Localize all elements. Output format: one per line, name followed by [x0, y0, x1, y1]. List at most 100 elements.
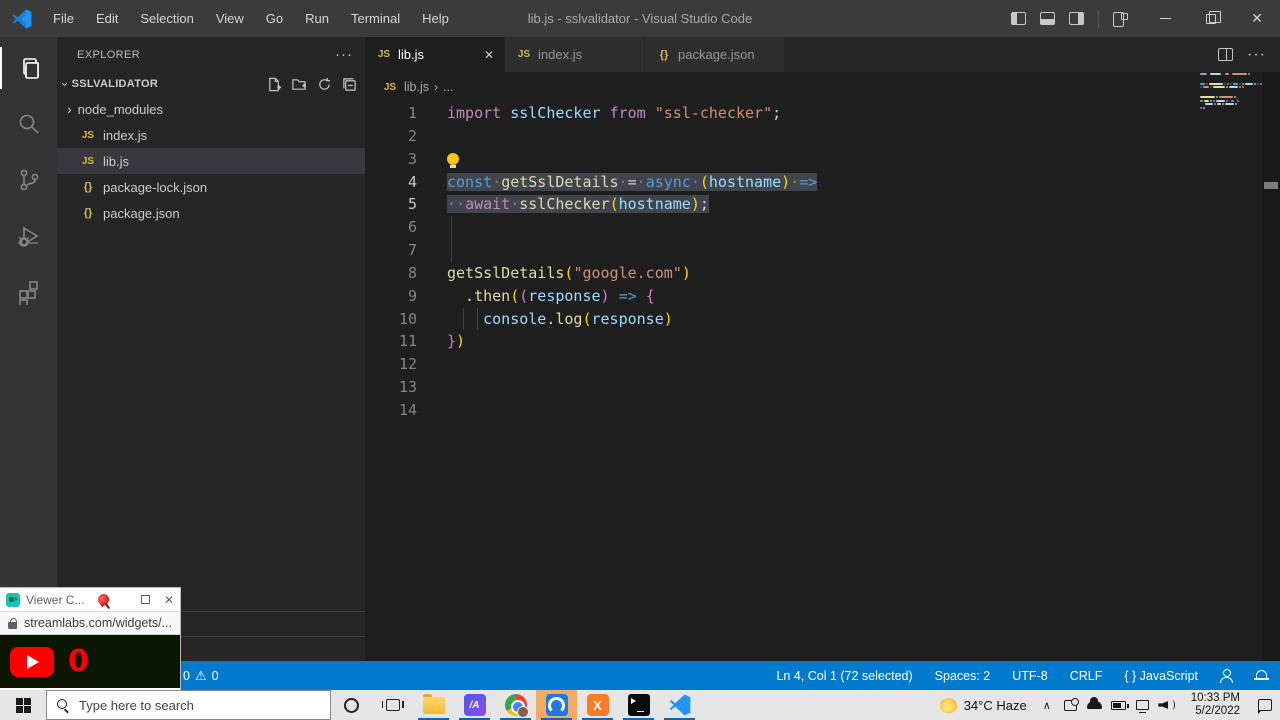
meet-now-icon[interactable] [1059, 700, 1083, 711]
split-editor-icon[interactable] [1218, 48, 1233, 61]
tab-close-icon[interactable]: ✕ [470, 48, 494, 62]
volume-icon[interactable] [1155, 700, 1179, 710]
code-line-7[interactable]: 7 [365, 239, 1280, 262]
menu-file[interactable]: File [42, 0, 85, 37]
breadcrumb-more[interactable]: ... [443, 80, 453, 94]
menu-go[interactable]: Go [255, 0, 294, 37]
code-token: . [447, 287, 474, 305]
activitybar-run-debug-icon[interactable] [0, 211, 57, 261]
start-button[interactable] [0, 690, 46, 720]
code-line-4[interactable]: 4const·getSslDetails·=·async·(hostname)·… [365, 171, 1280, 194]
line-number: 1 [365, 102, 447, 125]
toggle-sidebar-icon[interactable] [1011, 12, 1026, 25]
code-line-2[interactable]: 2 [365, 125, 1280, 148]
breadcrumb-separator: › [434, 80, 438, 94]
code-line-13[interactable]: 13 [365, 376, 1280, 399]
minimize-button[interactable] [1142, 0, 1188, 37]
js-file-icon: JS [381, 82, 399, 93]
action-center-button[interactable] [1250, 699, 1280, 711]
task-view-icon [386, 699, 400, 711]
activitybar-source-control-icon[interactable] [0, 155, 57, 205]
code-line-8[interactable]: 8getSslDetails("google.com") [365, 262, 1280, 285]
new-folder-icon[interactable] [292, 77, 307, 92]
file-item-index-js[interactable]: JSindex.js [57, 122, 365, 148]
weather-widget[interactable]: 34°C Haze [932, 698, 1035, 713]
explorer-more-icon[interactable]: ··· [335, 46, 353, 63]
status-language-mode[interactable]: { } JavaScript [1124, 669, 1198, 683]
taskbar-app-vscode[interactable] [659, 690, 700, 720]
code-line-12[interactable]: 12 [365, 353, 1280, 376]
viewer-maximize-icon[interactable] [141, 595, 150, 604]
status-cursor-position[interactable]: Ln 4, Col 1 (72 selected) [776, 669, 912, 683]
menu-selection[interactable]: Selection [129, 0, 204, 37]
menu-terminal[interactable]: Terminal [340, 0, 411, 37]
notifications-bell-icon[interactable] [1255, 669, 1268, 682]
breadcrumb-file[interactable]: lib.js [404, 80, 429, 94]
status-encoding[interactable]: UTF-8 [1012, 669, 1047, 683]
breadcrumb[interactable]: JS lib.js › ... [365, 72, 1280, 102]
task-view-button[interactable] [372, 690, 413, 720]
file-item-package-json[interactable]: {}package.json [57, 200, 365, 226]
activitybar-extensions-icon[interactable] [0, 267, 57, 317]
file-label: index.js [103, 128, 147, 143]
menu-help[interactable]: Help [411, 0, 460, 37]
minimap[interactable] [1200, 72, 1262, 119]
code-line-14[interactable]: 14 [365, 399, 1280, 422]
code-token: ( [610, 195, 619, 213]
activitybar-explorer-icon[interactable] [0, 43, 57, 93]
file-item-package-lock-json[interactable]: {}package-lock.json [57, 174, 365, 200]
viewer-close-icon[interactable]: ✕ [164, 593, 174, 607]
tab-package-json[interactable]: {}package.json [645, 37, 785, 72]
viewer-url-bar[interactable]: streamlabs.com/widgets/... [0, 611, 180, 635]
activitybar-search-icon[interactable] [0, 99, 57, 149]
toggle-secondary-sidebar-icon[interactable] [1069, 12, 1084, 25]
taskbar-app-file-explorer[interactable] [413, 690, 454, 720]
feedback-icon[interactable] [1220, 669, 1233, 682]
menu-run[interactable]: Run [294, 0, 340, 37]
collapse-folders-icon[interactable] [342, 77, 357, 92]
viewer-url[interactable]: streamlabs.com/widgets/... [24, 616, 172, 630]
code-line-6[interactable]: 6 [365, 216, 1280, 239]
streamlabs-camera-icon [6, 593, 20, 607]
viewer-window-titlebar[interactable]: Viewer C... ✕ [0, 588, 180, 611]
lightbulb-icon[interactable] [447, 153, 459, 165]
status-indentation[interactable]: Spaces: 2 [935, 669, 991, 683]
restore-button[interactable] [1188, 0, 1234, 37]
code-line-10[interactable]: 10 console.log(response) [365, 308, 1280, 331]
taskbar-app-terminal[interactable] [618, 690, 659, 720]
file-item-node-modules[interactable]: ›node_modules [57, 96, 365, 122]
refresh-icon[interactable] [317, 77, 332, 92]
toggle-panel-icon[interactable] [1040, 12, 1055, 25]
pin-icon[interactable] [96, 592, 111, 607]
editor-more-icon[interactable]: ··· [1247, 46, 1266, 64]
workspace-section[interactable]: › SSLVALIDATOR [57, 72, 365, 96]
new-file-icon[interactable] [267, 77, 282, 92]
taskbar-app-chrome[interactable] [495, 690, 536, 720]
close-button[interactable]: ✕ [1234, 0, 1280, 37]
menu-edit[interactable]: Edit [85, 0, 129, 37]
taskbar-search[interactable]: Type here to search [46, 690, 331, 720]
status-eol[interactable]: CRLF [1070, 669, 1103, 683]
code-line-5[interactable]: 5··await·sslChecker(hostname); [365, 193, 1280, 216]
tray-expand-chevron[interactable]: ∧ [1035, 699, 1059, 712]
onedrive-cloud-icon[interactable] [1083, 701, 1107, 709]
file-item-lib-js[interactable]: JSlib.js [57, 148, 365, 174]
menu-view[interactable]: View [205, 0, 255, 37]
network-icon[interactable] [1131, 700, 1155, 710]
code-token: async [646, 173, 691, 191]
taskbar-app-streamlabs[interactable] [536, 690, 577, 720]
code-editor[interactable]: 1import sslChecker from "ssl-checker";23… [365, 102, 1280, 661]
tab-index-js[interactable]: JSindex.js [505, 37, 645, 72]
code-line-9[interactable]: 9 .then((response) => { [365, 285, 1280, 308]
customize-layout-icon[interactable] [1113, 12, 1128, 25]
code-line-1[interactable]: 1import sslChecker from "ssl-checker"; [365, 102, 1280, 125]
taskbar-app-xampp[interactable]: X [577, 690, 618, 720]
code-line-3[interactable]: 3 [365, 148, 1280, 171]
viewer-count-window[interactable]: Viewer C... ✕ streamlabs.com/widgets/...… [0, 588, 180, 690]
cortana-button[interactable] [331, 690, 372, 720]
tab-lib-js[interactable]: JSlib.js✕ [365, 37, 505, 72]
taskbar-app-purple-app[interactable]: /A [454, 690, 495, 720]
battery-icon[interactable] [1107, 701, 1131, 710]
code-line-11[interactable]: 11}) [365, 330, 1280, 353]
taskbar-clock[interactable]: 10:33 PM 5/2/2022 [1179, 692, 1250, 718]
